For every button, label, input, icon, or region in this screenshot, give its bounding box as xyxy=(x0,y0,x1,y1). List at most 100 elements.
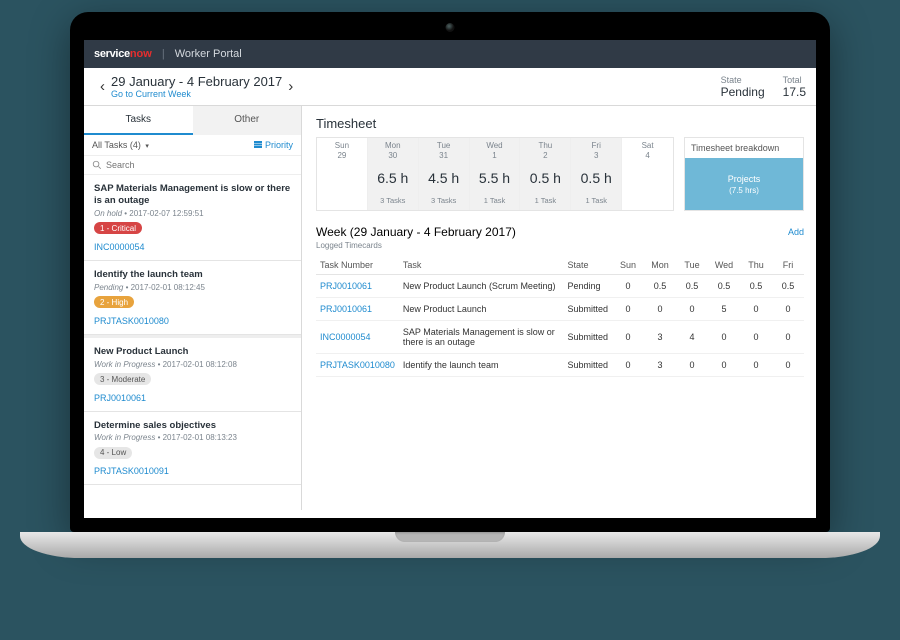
hours-cell[interactable]: 0 xyxy=(772,298,804,321)
hours-cell[interactable]: 0 xyxy=(676,298,708,321)
state-label: State xyxy=(721,75,765,85)
priority-label: Priority xyxy=(265,140,293,150)
task-number-link[interactable]: PRJTASK0010091 xyxy=(94,466,291,476)
task-number-cell[interactable]: PRJ0010061 xyxy=(316,275,399,298)
prev-week-button[interactable]: ‹ xyxy=(94,78,111,95)
task-title: SAP Materials Management is slow or ther… xyxy=(94,183,291,207)
day-cell[interactable]: Tue314.5 h3 Tasks xyxy=(419,138,470,210)
main-area: Tasks Other All Tasks (4) ▾ Priority xyxy=(84,106,816,510)
col-header: State xyxy=(563,256,612,275)
task-name-cell: New Product Launch (Scrum Meeting) xyxy=(399,275,564,298)
hours-cell[interactable]: 0.5 xyxy=(772,275,804,298)
task-number-link[interactable]: PRJ0010061 xyxy=(94,393,291,403)
day-name: Thu xyxy=(520,141,570,150)
day-cell[interactable]: Wed15.5 h1 Task xyxy=(470,138,521,210)
next-week-button[interactable]: › xyxy=(282,78,299,95)
hours-cell[interactable]: 3 xyxy=(644,321,676,354)
task-number-cell[interactable]: PRJ0010061 xyxy=(316,298,399,321)
priority-badge: 3 - Moderate xyxy=(94,373,151,385)
hours-cell[interactable]: 0 xyxy=(612,321,644,354)
go-to-current-week-link[interactable]: Go to Current Week xyxy=(111,89,282,99)
hours-cell[interactable]: 0 xyxy=(740,321,772,354)
col-header: Task xyxy=(399,256,564,275)
app-screen: servicenow | Worker Portal ‹ 29 January … xyxy=(84,40,816,518)
task-title: Identify the launch team xyxy=(94,269,291,281)
tab-other[interactable]: Other xyxy=(193,106,302,135)
hours-cell[interactable]: 0 xyxy=(708,321,740,354)
priority-sort-button[interactable]: Priority xyxy=(254,140,293,150)
hours-cell[interactable]: 0 xyxy=(740,354,772,377)
breakdown-panel: Timesheet breakdown Projects (7.5 hrs) xyxy=(684,137,804,211)
hours-cell[interactable]: 0 xyxy=(612,275,644,298)
hours-cell[interactable]: 0 xyxy=(772,354,804,377)
hours-cell[interactable]: 0.5 xyxy=(676,275,708,298)
task-meta: On hold • 2017-02-07 12:59:51 xyxy=(94,209,291,218)
breakdown-name: Projects xyxy=(728,174,761,184)
screen-bezel: servicenow | Worker Portal ‹ 29 January … xyxy=(70,12,830,532)
hours-cell[interactable]: 0.5 xyxy=(644,275,676,298)
table-row: INC0000054SAP Materials Management is sl… xyxy=(316,321,804,354)
breakdown-projects-tile[interactable]: Projects (7.5 hrs) xyxy=(685,158,803,210)
hours-cell[interactable]: 0 xyxy=(772,321,804,354)
state-field: State Pending xyxy=(721,75,765,99)
day-task-count xyxy=(317,196,367,205)
hours-cell[interactable]: 0.5 xyxy=(708,275,740,298)
week-title: Week (29 January - 4 February 2017) xyxy=(316,225,516,239)
task-number-cell[interactable]: PRJTASK0010080 xyxy=(316,354,399,377)
search-input[interactable] xyxy=(106,160,293,170)
task-card[interactable]: Determine sales objectivesWork in Progre… xyxy=(84,412,301,486)
task-number-link[interactable]: PRJTASK0010080 xyxy=(94,316,291,326)
breakdown-hours: (7.5 hrs) xyxy=(729,186,759,195)
week-header: Week (29 January - 4 February 2017) Add xyxy=(316,225,804,239)
day-task-count: 3 Tasks xyxy=(419,196,469,205)
task-name-cell: SAP Materials Management is slow or ther… xyxy=(399,321,564,354)
day-hours: 4.5 h xyxy=(419,170,469,186)
task-card[interactable]: Identify the launch teamPending • 2017-0… xyxy=(84,261,301,335)
task-number-cell[interactable]: INC0000054 xyxy=(316,321,399,354)
task-name-cell: Identify the launch team xyxy=(399,354,564,377)
day-name: Sun xyxy=(317,141,367,150)
task-card[interactable]: New Product LaunchWork in Progress • 201… xyxy=(84,335,301,412)
day-cell[interactable]: Sat4 xyxy=(622,138,673,210)
hours-cell[interactable]: 0 xyxy=(612,354,644,377)
task-card[interactable]: SAP Materials Management is slow or ther… xyxy=(84,175,301,261)
state-cell: Submitted xyxy=(563,321,612,354)
task-filter-dropdown[interactable]: All Tasks (4) ▾ xyxy=(92,140,149,150)
day-date: 2 xyxy=(520,151,570,160)
col-header: Sun xyxy=(612,256,644,275)
hours-cell[interactable]: 4 xyxy=(676,321,708,354)
task-number-link[interactable]: INC0000054 xyxy=(94,242,291,252)
task-name-cell: New Product Launch xyxy=(399,298,564,321)
hours-cell[interactable]: 0 xyxy=(644,298,676,321)
add-timecard-link[interactable]: Add xyxy=(788,227,804,237)
day-cell[interactable]: Thu20.5 h1 Task xyxy=(520,138,571,210)
hours-cell[interactable]: 0 xyxy=(708,354,740,377)
hours-cell[interactable]: 0 xyxy=(612,298,644,321)
brand-service: service xyxy=(94,48,130,60)
timesheet-row: Sun29Mon306.5 h3 TasksTue314.5 h3 TasksW… xyxy=(316,137,804,211)
priority-badge: 4 - Low xyxy=(94,447,132,459)
camera-icon xyxy=(446,23,455,32)
hours-cell[interactable]: 0.5 xyxy=(740,275,772,298)
tab-tasks[interactable]: Tasks xyxy=(84,106,193,135)
task-list[interactable]: SAP Materials Management is slow or ther… xyxy=(84,175,301,510)
hours-cell[interactable]: 5 xyxy=(708,298,740,321)
divider: | xyxy=(162,48,165,60)
day-cell[interactable]: Mon306.5 h3 Tasks xyxy=(368,138,419,210)
day-cell[interactable]: Fri30.5 h1 Task xyxy=(571,138,622,210)
task-filter-label: All Tasks (4) xyxy=(92,140,141,150)
tasks-panel: Tasks Other All Tasks (4) ▾ Priority xyxy=(84,106,302,510)
hours-cell[interactable]: 0 xyxy=(740,298,772,321)
portal-title: Worker Portal xyxy=(175,48,242,60)
day-name: Sat xyxy=(622,141,673,150)
search-field[interactable] xyxy=(84,156,301,175)
state-value: Pending xyxy=(721,85,765,99)
day-date: 1 xyxy=(470,151,520,160)
col-header: Tue xyxy=(676,256,708,275)
day-date: 31 xyxy=(419,151,469,160)
brand-logo: servicenow xyxy=(94,48,152,60)
hours-cell[interactable]: 0 xyxy=(676,354,708,377)
hours-cell[interactable]: 3 xyxy=(644,354,676,377)
col-header: Wed xyxy=(708,256,740,275)
day-cell[interactable]: Sun29 xyxy=(317,138,368,210)
